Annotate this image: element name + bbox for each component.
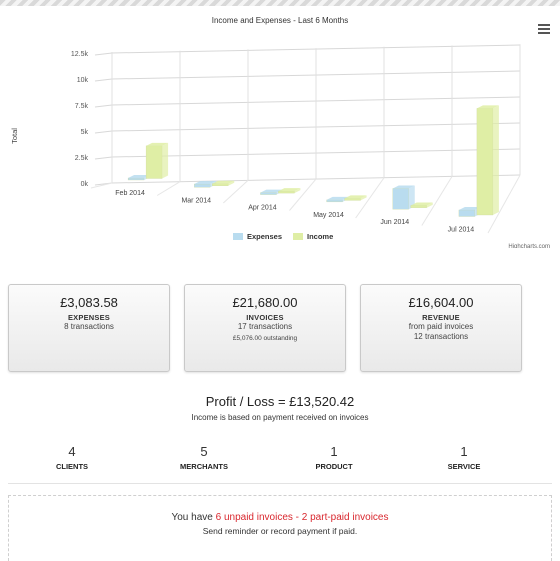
income-expenses-chart: 0k 2.5k 5k 7.5k 10k 12.5k Income and Expenses … [0, 8, 560, 250]
x-tick-label: Apr 2014 [248, 205, 277, 212]
chart-credits: Highcharts.com [508, 244, 550, 248]
expenses-amount: £3,083.58 [60, 295, 118, 310]
stat-product-label: PRODUCT [315, 462, 353, 471]
x-tick-label: Jun 2014 [380, 219, 409, 226]
grid-floor [289, 178, 317, 211]
chart-title: Income and Expenses - Last 6 Months [212, 16, 349, 25]
x-tick-label: May 2014 [313, 212, 344, 219]
revenue-source: from paid invoices [408, 322, 474, 331]
bar-income [278, 190, 295, 194]
bar-expenses [326, 199, 343, 203]
notice-line-1: You have 6 unpaid invoices - 2 part-paid… [9, 512, 551, 523]
invoices-card[interactable]: £21,680.00 INVOICES 17 transactions £5,0… [184, 284, 346, 372]
stat-clients-label: CLIENTS [55, 462, 89, 471]
revenue-card[interactable]: £16,604.00 REVENUE from paid invoices 12… [360, 284, 522, 372]
stat-service-label: SERVICE [447, 462, 481, 471]
stat-merchants[interactable]: 5 MERCHANTS [154, 444, 254, 471]
bar-expenses [392, 188, 409, 210]
bar-income [145, 145, 163, 179]
legend-swatch-expenses [233, 233, 243, 240]
top-decorative-stripe [0, 0, 560, 6]
y-tick-label: 5k [81, 129, 89, 136]
x-tick-label: Feb 2014 [115, 190, 145, 197]
gridline-side [94, 130, 113, 134]
revenue-label: REVENUE [422, 313, 460, 322]
stat-product[interactable]: 1 PRODUCT [284, 444, 384, 471]
stat-merchants-value: 5 [200, 444, 208, 459]
invoices-outstanding: £5,076.00 outstanding [232, 335, 298, 342]
y-tick-label: 10k [77, 77, 89, 84]
stat-merchants-label: MERCHANTS [180, 462, 228, 471]
legend-label-income: Income [307, 232, 333, 241]
bar-income [410, 205, 427, 208]
part-paid-invoices-link[interactable]: 2 part-paid invoices [302, 512, 389, 523]
invoice-notice: You have 6 unpaid invoices - 2 part-paid… [8, 495, 552, 561]
bar-income [344, 198, 361, 201]
legend-swatch-income [293, 233, 303, 240]
y-tick-label: 12.5k [71, 51, 89, 58]
x-tick-label: Jul 2014 [448, 227, 475, 234]
invoices-label: INVOICES [246, 313, 284, 322]
gridline-side [94, 104, 113, 108]
bar-expenses [127, 177, 145, 181]
invoices-transactions: 17 transactions [237, 322, 293, 331]
profit-loss-note: Income is based on payment received on i… [191, 413, 369, 422]
notice-line-2: Send reminder or record payment if paid. [202, 526, 358, 536]
revenue-transactions: 12 transactions [413, 332, 469, 341]
revenue-amount: £16,604.00 [408, 295, 474, 310]
stat-service-value: 1 [460, 444, 468, 459]
grid-floor [156, 181, 181, 196]
stat-product-value: 1 [330, 444, 338, 459]
y-tick-label: 2.5k [75, 155, 89, 162]
stat-clients-value: 4 [68, 444, 76, 459]
x-tick-label: Mar 2014 [181, 197, 211, 204]
gridline-side [94, 78, 113, 82]
bar-side [162, 142, 169, 179]
gridline-side [94, 156, 113, 160]
unpaid-invoices-link[interactable]: 6 unpaid invoices [216, 512, 293, 523]
gridline-side [94, 52, 113, 56]
notice-separator: - [292, 512, 302, 523]
y-axis-label: Total [10, 128, 19, 144]
expenses-label: EXPENSES [67, 313, 111, 322]
bar-income [212, 183, 229, 186]
expenses-transactions: 8 transactions [64, 322, 114, 331]
hamburger-menu-icon[interactable] [538, 24, 550, 34]
y-tick-label: 0k [81, 181, 89, 188]
notice-prefix: You have [171, 512, 216, 523]
chart-svg: 0k 2.5k 5k 7.5k 10k 12.5k Income and Expenses … [10, 16, 550, 250]
bar-expenses [260, 192, 277, 195]
bar-expenses [194, 183, 211, 188]
stat-service[interactable]: 1 SERVICE [414, 444, 514, 471]
stat-clients[interactable]: 4 CLIENTS [22, 444, 122, 471]
legend-label-expenses: Expenses [247, 232, 282, 241]
bar-income [476, 108, 494, 216]
section-divider [8, 483, 552, 484]
bar-expenses [458, 209, 476, 217]
bar-side [492, 105, 499, 215]
y-tick-label: 7.5k [75, 103, 89, 110]
expenses-card[interactable]: £3,083.58 EXPENSES 8 transactions [8, 284, 170, 372]
profit-loss-total: Profit / Loss = £13,520.42 [205, 394, 355, 409]
invoices-amount: £21,680.00 [232, 295, 298, 310]
grid-floor [421, 176, 453, 226]
